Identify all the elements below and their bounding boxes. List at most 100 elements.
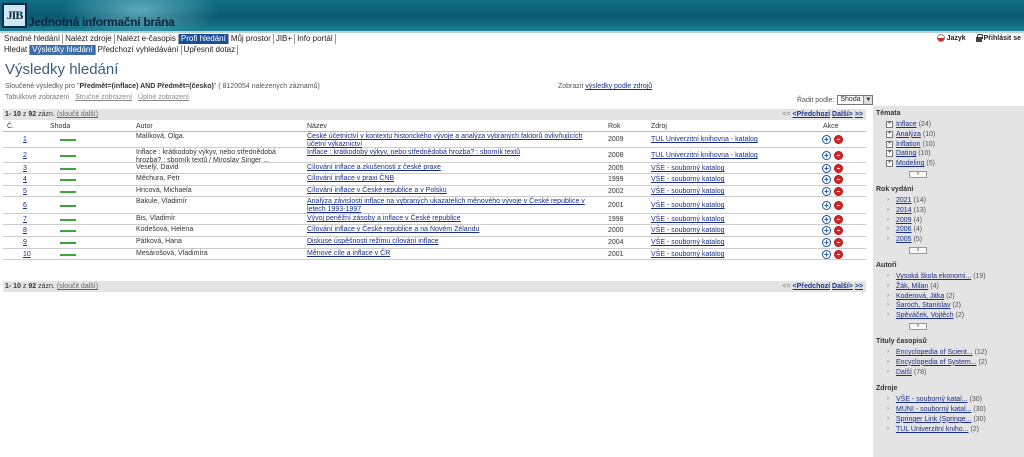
result-title-link[interactable]: Diskuse úspěšnosti režimu cílování infla… [307, 238, 602, 246]
add-to-basket-icon[interactable]: + [822, 135, 831, 144]
facet-item-label[interactable]: Inflace [896, 121, 917, 128]
expand-icon[interactable]: + [886, 130, 893, 138]
facet-item[interactable]: › 2014 (13) [887, 206, 1021, 216]
facet-item[interactable]: + Analýza (10) [886, 130, 1021, 140]
result-number[interactable]: 3 [23, 165, 27, 172]
facet-item-label[interactable]: Dating [896, 150, 916, 157]
facet-item-label[interactable]: 2009 [896, 217, 912, 224]
show-more-button[interactable]: v [909, 322, 927, 330]
prev-arrows[interactable]: << [782, 283, 790, 290]
facet-item[interactable]: › MUNI - souborný katal... (30) [887, 405, 1021, 415]
by-source-link[interactable]: výsledky podle zdrojů [585, 83, 652, 90]
site-title[interactable]: Jednotná informační brána [28, 15, 175, 29]
subnav-item-0[interactable]: Hledat [2, 45, 31, 55]
result-title-link[interactable]: Měnové cíle a inflace v ČR [307, 250, 602, 258]
no-entry-icon[interactable] [834, 187, 843, 196]
facet-item[interactable]: › 2021 (14) [887, 196, 1021, 206]
nav-item-6[interactable]: Info portál [295, 34, 336, 44]
add-to-basket-icon[interactable]: + [822, 238, 831, 247]
facet-item[interactable]: + Dating (10) [886, 149, 1021, 159]
view-full[interactable]: Úplné zobrazení [138, 94, 189, 101]
facet-item[interactable]: › Žák, Milan (4) [887, 282, 1021, 292]
facet-item-label[interactable]: TUL Univerzitní kniho... [896, 426, 969, 433]
result-title-link[interactable]: České účetnictví v kontextu historického… [307, 133, 602, 149]
facet-item[interactable]: › Encyclopedia of Scient... (12) [887, 348, 1021, 358]
nav-item-4[interactable]: Můj prostor [229, 34, 274, 44]
no-entry-icon[interactable] [834, 215, 843, 224]
result-title-link[interactable]: Vývoj peněžní zásoby a inflace v České r… [307, 215, 602, 223]
result-number[interactable]: 4 [23, 176, 27, 183]
result-source-link[interactable]: VŠE - souborný katalog [651, 176, 725, 183]
prev-link[interactable]: <Předchozí [793, 111, 831, 118]
no-entry-icon[interactable] [834, 226, 843, 235]
no-entry-icon[interactable] [834, 250, 843, 259]
language-link[interactable]: Jazyk [936, 34, 966, 42]
result-title-link[interactable]: Cílování inflace v České republice a na … [307, 226, 602, 234]
nav-item-0[interactable]: Snadné hledání [2, 34, 64, 44]
merge-more-link[interactable]: (sloučit další) [57, 283, 98, 290]
facet-item-label[interactable]: Šaroch, Stanislav [896, 302, 950, 309]
result-source-link[interactable]: VŠE - souborný katalog [651, 188, 725, 195]
result-number[interactable]: 8 [23, 227, 27, 234]
facet-item[interactable]: › Koderová, Jitka (2) [887, 292, 1021, 302]
facet-item[interactable]: › 2005 (5) [887, 235, 1021, 245]
prev-link[interactable]: <Předchozí [793, 283, 831, 290]
result-source-link[interactable]: VŠE - souborný katalog [651, 251, 725, 258]
add-to-basket-icon[interactable]: + [822, 175, 831, 184]
no-entry-icon[interactable] [834, 175, 843, 184]
facet-item-label[interactable]: 2006 [896, 226, 912, 233]
next-arrows[interactable]: >> [855, 111, 863, 118]
nav-item-3[interactable]: Profi hledání [178, 34, 229, 44]
merge-more-link[interactable]: (sloučit další) [57, 111, 98, 118]
next-arrows[interactable]: >> [855, 283, 863, 290]
subnav-item-2[interactable]: Předchozí vyhledávání [96, 45, 182, 55]
facet-item-label[interactable]: Žák, Milan [896, 283, 928, 290]
result-title-link[interactable]: Analýza závislosti inflace na vybraných … [307, 198, 602, 214]
no-entry-icon[interactable] [834, 135, 843, 144]
facet-item[interactable]: › TUL Univerzitní kniho... (2) [887, 425, 1021, 435]
next-link[interactable]: Další> [832, 283, 853, 290]
sort-select[interactable]: Shoda [837, 95, 874, 105]
login-link[interactable]: Přihlásit se [975, 34, 1021, 42]
view-brief[interactable]: Stručné zobrazení [75, 94, 132, 101]
nav-item-2[interactable]: Nalézt e-časopis [115, 34, 179, 44]
facet-item-label[interactable]: MUNI - souborný katal... [896, 406, 971, 413]
facet-item[interactable]: › Springer Link (Springe... (30) [887, 415, 1021, 425]
facet-item[interactable]: + Modeling (5) [886, 159, 1021, 169]
facet-item[interactable]: + Inflace (24) [886, 120, 1021, 130]
facet-item[interactable]: › 2006 (4) [887, 225, 1021, 235]
no-entry-icon[interactable] [834, 164, 843, 173]
facet-item-label[interactable]: Inflation [896, 141, 921, 148]
facet-item[interactable]: › 2009 (4) [887, 216, 1021, 226]
facet-item[interactable]: › Další (78) [887, 368, 1021, 378]
facet-item-label[interactable]: Encyclopedia of System... [896, 359, 977, 366]
add-to-basket-icon[interactable]: + [822, 201, 831, 210]
result-source-link[interactable]: VŠE - souborný katalog [651, 239, 725, 246]
result-source-link[interactable]: VŠE - souborný katalog [651, 202, 725, 209]
facet-item[interactable]: › Vysoká škola ekonomi... (19) [887, 272, 1021, 282]
result-source-link[interactable]: TUL Univerzitní knihovna - katalog [651, 152, 758, 159]
subnav-item-3[interactable]: Upřesnit dotaz [182, 45, 239, 55]
facet-item-label[interactable]: 2021 [896, 197, 912, 204]
expand-icon[interactable]: + [886, 121, 893, 128]
no-entry-icon[interactable] [834, 238, 843, 247]
facet-item[interactable]: › Encyclopedia of System... (2) [887, 358, 1021, 368]
result-source-link[interactable]: VŠE - souborný katalog [651, 165, 725, 172]
result-source-link[interactable]: TUL Univerzitní knihovna - katalog [651, 136, 758, 143]
result-number[interactable]: 10 [23, 251, 31, 258]
view-table[interactable]: Tabulkové zobrazení [5, 94, 69, 101]
result-number[interactable]: 6 [23, 202, 27, 209]
facet-item-label[interactable]: Vysoká škola ekonomi... [896, 273, 971, 280]
add-to-basket-icon[interactable]: + [822, 226, 831, 235]
result-number[interactable]: 5 [23, 188, 27, 195]
result-title-link[interactable]: Inflace : krátkodobý výkyv, nebo středně… [307, 149, 602, 157]
facet-item[interactable]: › Šaroch, Stanislav (2) [887, 301, 1021, 311]
jib-logo[interactable]: JIB [2, 3, 27, 28]
facet-item-label[interactable]: Encyclopedia of Scient... [896, 349, 973, 356]
subnav-item-1[interactable]: Výsledky hledání [30, 45, 96, 55]
result-source-link[interactable]: VŠE - souborný katalog [651, 216, 725, 223]
result-number[interactable]: 9 [23, 239, 27, 246]
show-more-button[interactable]: v [909, 246, 927, 254]
nav-item-5[interactable]: JIB+ [274, 34, 296, 44]
facet-item-label[interactable]: Modeling [896, 160, 924, 167]
